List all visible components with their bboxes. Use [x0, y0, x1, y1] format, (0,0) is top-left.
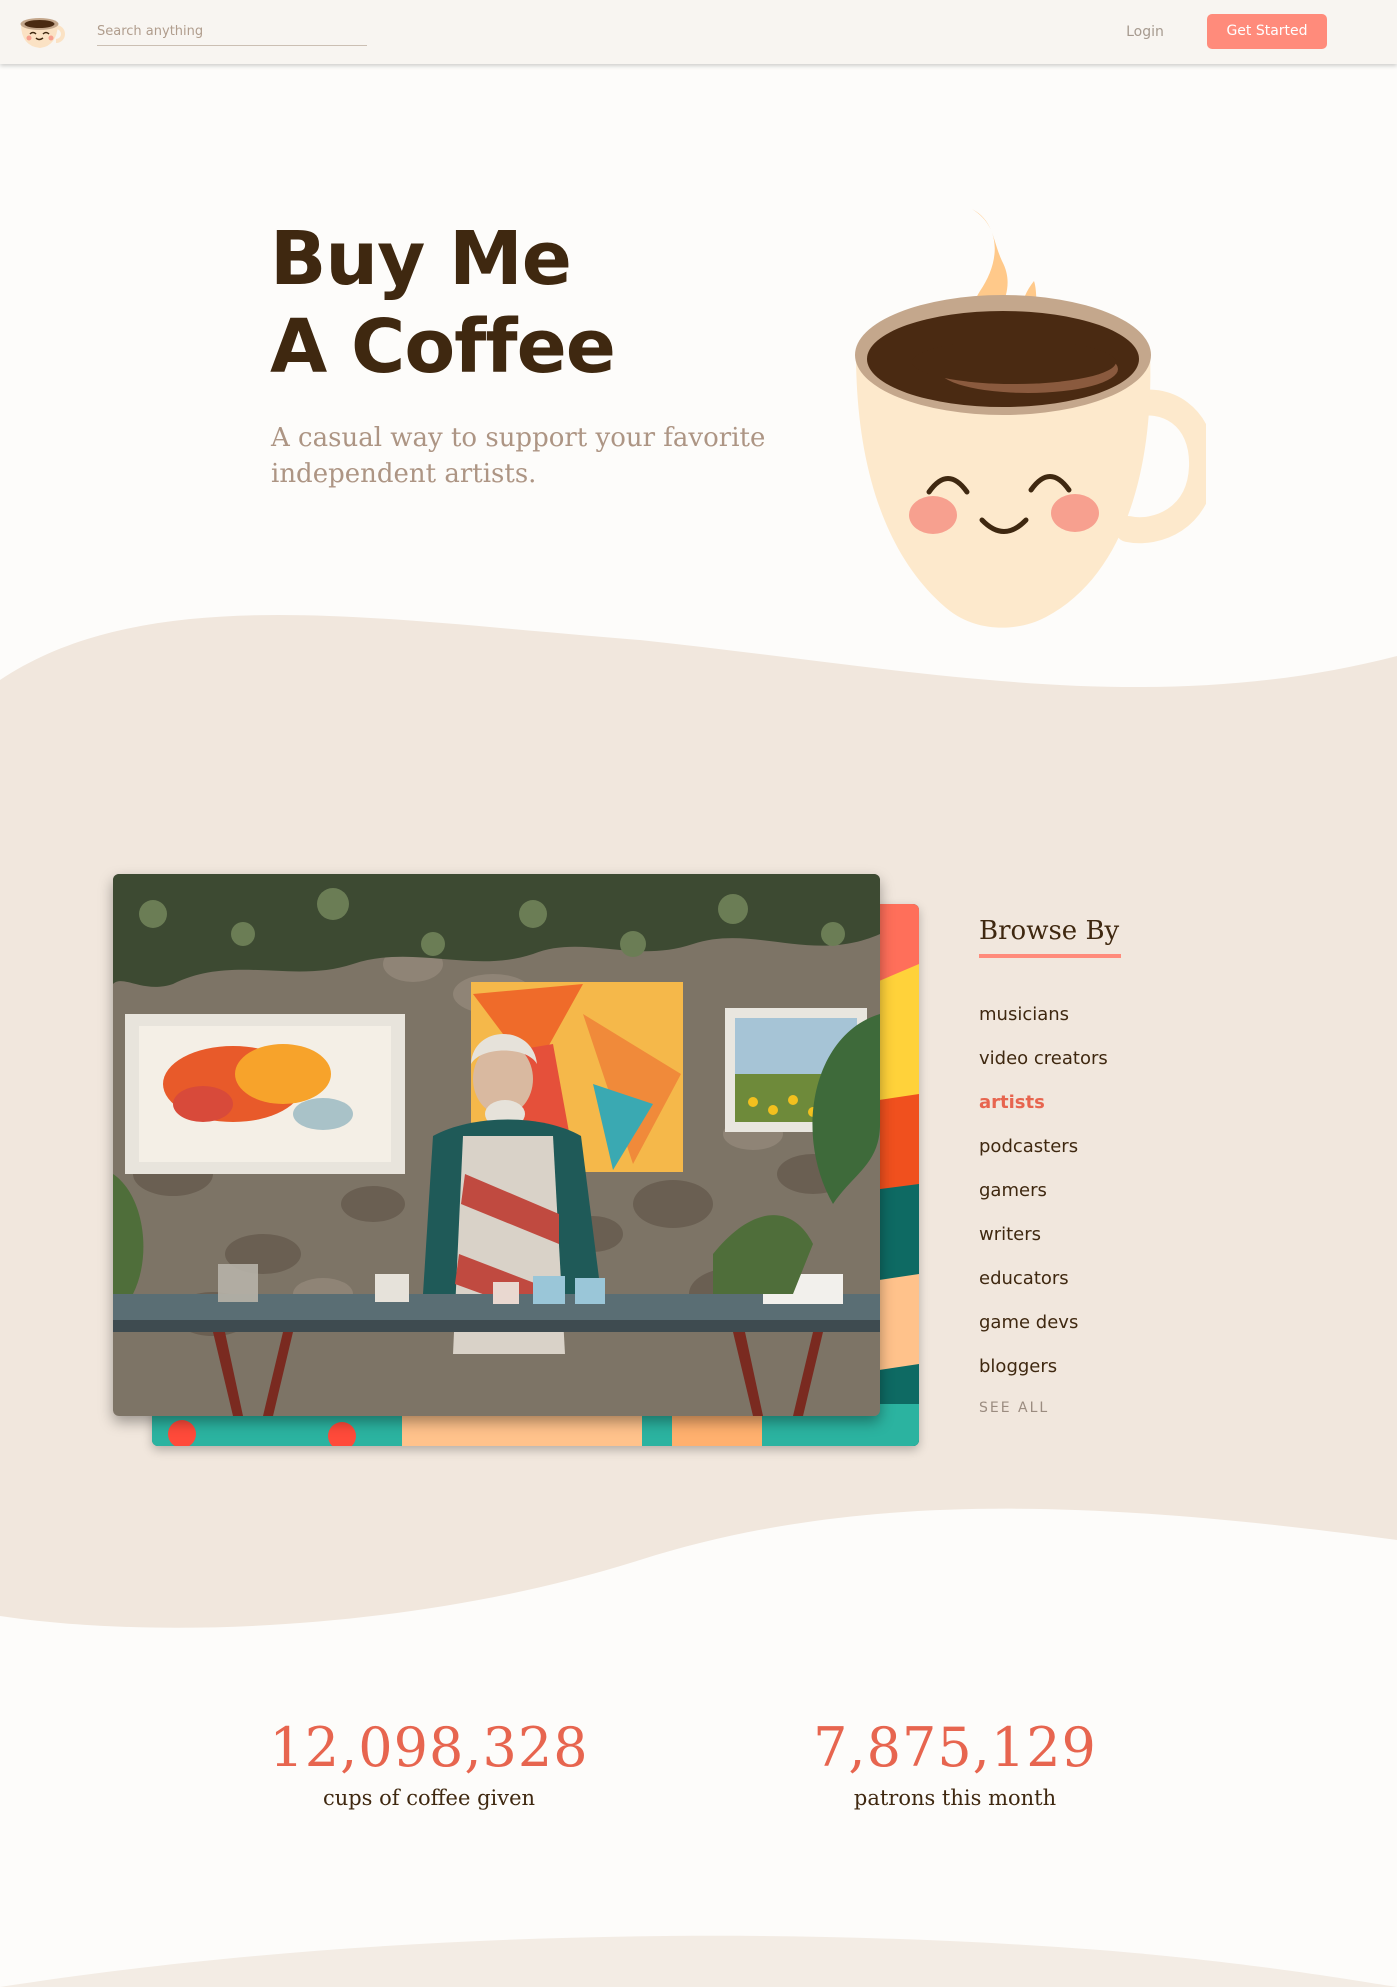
see-all-link[interactable]: SEE ALL — [979, 1400, 1049, 1416]
browse-item-artists[interactable]: artists — [979, 1086, 1239, 1130]
browse-item-bloggers[interactable]: bloggers — [979, 1350, 1239, 1394]
browse-item-podcasters[interactable]: podcasters — [979, 1130, 1239, 1174]
browse-item-educators[interactable]: educators — [979, 1262, 1239, 1306]
get-started-button[interactable]: Get Started — [1207, 14, 1327, 49]
hero-title: Buy Me A Coffee — [270, 215, 750, 391]
hero-title-line-2: A Coffee — [270, 304, 616, 390]
browse-item-gamers[interactable]: gamers — [979, 1174, 1239, 1218]
browse-item-video-creators[interactable]: video creators — [979, 1042, 1239, 1086]
navbar: Login Get Started — [0, 0, 1397, 64]
browse-by-heading: Browse By — [979, 916, 1120, 946]
stat-cups-label: cups of coffee given — [322, 1786, 536, 1810]
stat-patrons-label: patrons this month — [853, 1786, 1057, 1810]
stat-cups-number: 12,098,328 — [269, 1716, 589, 1779]
stat-patrons-number: 7,875,129 — [813, 1716, 1097, 1779]
footer-wave — [0, 1935, 1397, 1987]
browse-item-game-devs[interactable]: game devs — [979, 1306, 1239, 1350]
painter-photo — [113, 874, 880, 1416]
browse-item-musicians[interactable]: musicians — [979, 998, 1239, 1042]
search-input[interactable] — [97, 18, 367, 44]
browse-by-underline — [979, 954, 1121, 958]
browse-item-writers[interactable]: writers — [979, 1218, 1239, 1262]
login-link[interactable]: Login — [1105, 18, 1185, 46]
hero-subtitle: A casual way to support your favorite in… — [271, 423, 766, 489]
coffee-cup-mascot-icon[interactable] — [18, 10, 66, 52]
hero-title-line-1: Buy Me — [270, 216, 572, 302]
browse-category-list: musicians video creators artists podcast… — [979, 998, 1239, 1394]
search-field — [97, 18, 367, 46]
smiling-coffee-cup-icon — [855, 209, 1206, 628]
